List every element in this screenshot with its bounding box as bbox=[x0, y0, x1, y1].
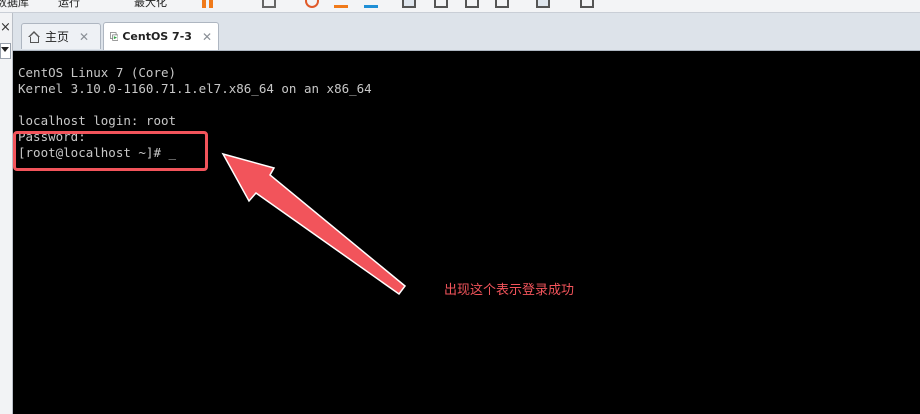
close-icon[interactable]: ✕ bbox=[202, 31, 212, 43]
toolbar: 数据库 运行 最大化 bbox=[0, 0, 920, 13]
toolbar-label-2[interactable]: 运行 bbox=[58, 0, 80, 10]
annotation-arrow bbox=[221, 152, 407, 296]
send-keys-icon[interactable] bbox=[262, 0, 276, 8]
manage-snapshots-icon[interactable] bbox=[364, 0, 378, 8]
toolbar-label-1[interactable]: 数据库 bbox=[0, 0, 29, 10]
view-icon[interactable] bbox=[465, 0, 479, 8]
library-panel-edge: × bbox=[0, 13, 13, 414]
close-icon[interactable]: ✕ bbox=[79, 31, 89, 43]
console-view-icon[interactable] bbox=[536, 0, 550, 8]
stretch-icon[interactable] bbox=[495, 0, 509, 8]
annotation-text: 出现这个表示登录成功 bbox=[444, 283, 575, 298]
thumbnail-icon[interactable] bbox=[580, 0, 594, 8]
tab-bar: 主页 ✕ CentOS 7-3 ✕ bbox=[13, 13, 920, 51]
tab-centos-label: CentOS 7-3 bbox=[122, 30, 192, 43]
fullscreen-icon[interactable] bbox=[402, 0, 416, 8]
unity-icon[interactable] bbox=[434, 0, 448, 8]
pause-icon[interactable] bbox=[202, 0, 206, 8]
revert-icon[interactable] bbox=[334, 0, 348, 8]
tab-home[interactable]: 主页 ✕ bbox=[21, 23, 101, 49]
snapshot-icon[interactable] bbox=[305, 0, 319, 8]
tab-centos[interactable]: CentOS 7-3 ✕ bbox=[103, 22, 219, 50]
chevron-down-icon bbox=[1, 47, 9, 52]
pause-icon-bar bbox=[209, 0, 213, 8]
tab-home-label: 主页 bbox=[45, 30, 70, 44]
vm-icon bbox=[110, 32, 119, 41]
toolbar-label-3[interactable]: 最大化 bbox=[134, 0, 167, 10]
vm-console[interactable]: CentOS Linux 7 (Core) Kernel 3.10.0-1160… bbox=[13, 51, 920, 414]
vmware-window: 数据库 运行 最大化 × 主页 ✕ bbox=[0, 0, 920, 414]
home-icon bbox=[28, 30, 41, 43]
close-library-icon[interactable]: × bbox=[0, 21, 12, 35]
